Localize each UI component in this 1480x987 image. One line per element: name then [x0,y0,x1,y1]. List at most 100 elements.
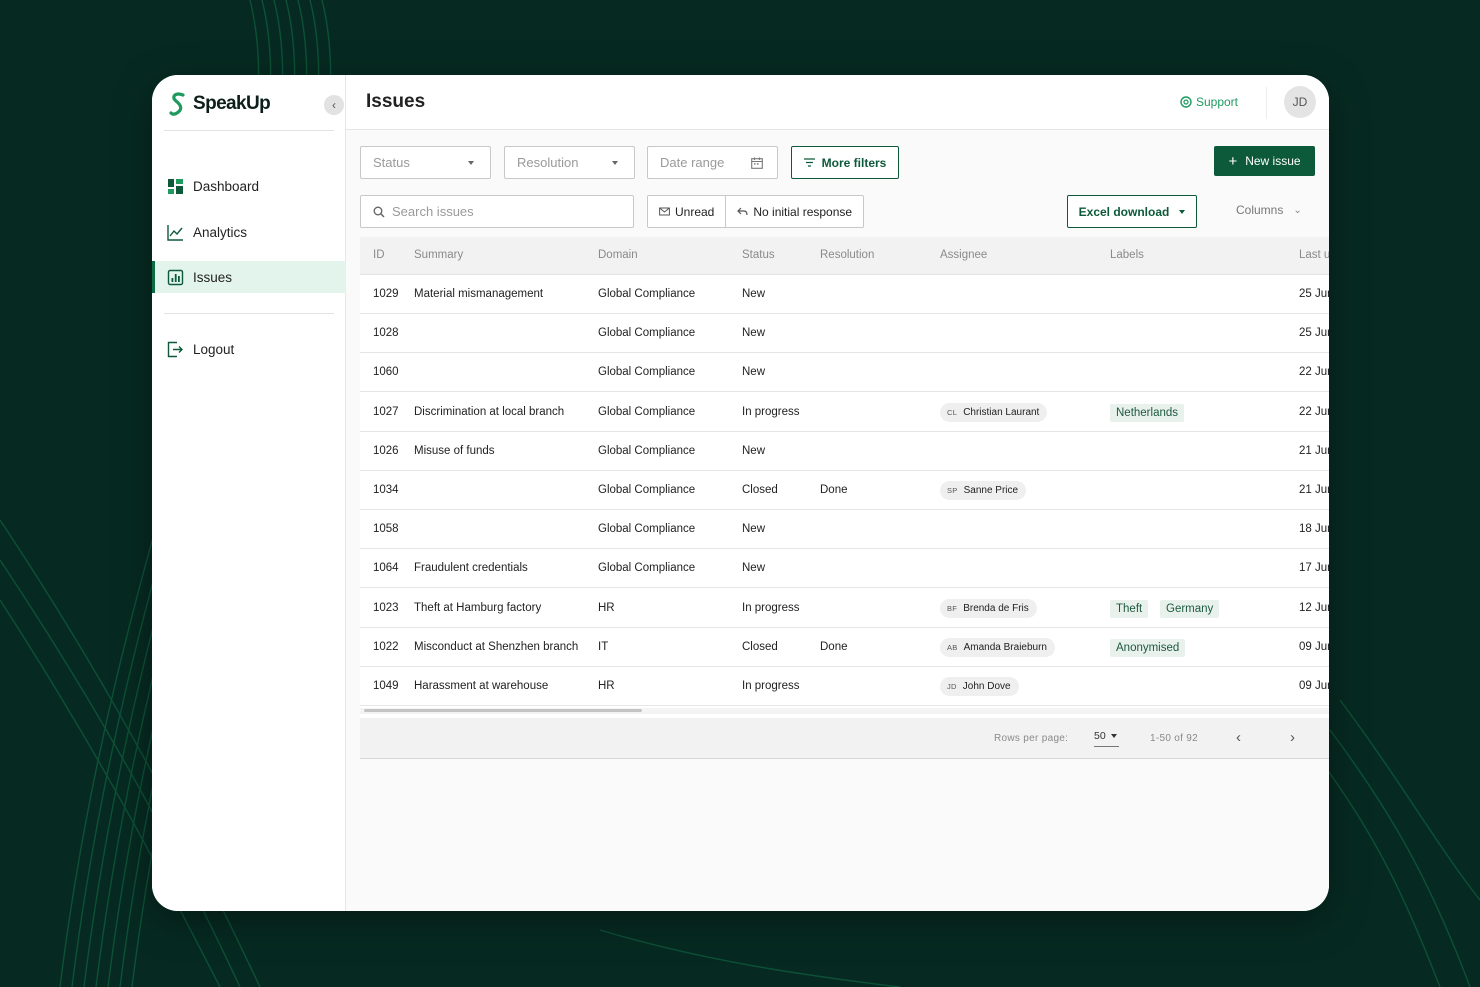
issue-id: 1027 [373,405,399,418]
table-row[interactable]: 1027 Discrimination at local branch Global… [360,393,1329,432]
previous-page-button[interactable]: ‹ [1236,729,1241,746]
label-tag[interactable]: Germany [1160,599,1220,618]
table-row[interactable]: 1058 Global Compliance New 18 Jun [360,510,1329,550]
issue-summary: Harassment at warehouse [414,680,549,692]
date-range-label: Date range [660,155,725,170]
table-row[interactable]: 1034 Global Compliance Closed Done SP Sanne P… [360,471,1329,510]
table-row[interactable]: 1022 Misconduct at Shenzhen branch IT Close… [360,628,1329,667]
table-row[interactable]: 1026 Misuse of funds Global Compliance New 2… [360,432,1329,471]
label-tag[interactable]: Anonymised [1110,638,1186,657]
envelope-icon [659,207,670,216]
topbar: Issues Support JD [346,75,1329,130]
collapse-sidebar-button[interactable]: ‹ [324,95,344,115]
dashboard-icon [168,178,183,194]
date-range-input[interactable]: Date range [647,146,778,179]
table-row[interactable]: 1028 Global Compliance New 25 Jun [360,314,1329,354]
column-header-domain[interactable]: Domain [598,249,638,261]
no-initial-response-toggle[interactable]: No initial response [725,196,863,227]
table-row[interactable]: 1064 Fraudulent credentials Global Complia… [360,549,1329,589]
search-placeholder: Search issues [392,204,474,219]
label-tag[interactable]: Theft [1110,599,1149,618]
table-row[interactable]: 1060 Global Compliance New 22 Jun [360,353,1329,393]
issue-summary: Fraudulent credentials [414,562,528,575]
sidebar-item-label: Analytics [193,224,248,240]
support-lifebuoy-icon [1180,96,1192,108]
issue-status: In progress [742,601,800,614]
column-header-last-updated[interactable]: Last u [1299,249,1329,261]
table-row[interactable]: 1029 Material mismanagement Global Complia… [360,275,1329,314]
column-header-resolution[interactable]: Resolution [820,249,874,261]
issue-last-updated: 25 Jun [1299,288,1329,300]
assignee-chip[interactable]: AB Amanda Braieburn [940,637,1055,657]
horizontal-scrollbar[interactable] [360,708,1329,714]
rows-per-page-value: 50 [1094,730,1106,742]
table-row[interactable]: 1023 Theft at Hamburg factory HR In progres… [360,589,1329,628]
column-header-assignee[interactable]: Assignee [940,249,987,261]
next-page-button[interactable]: › [1290,729,1295,746]
issue-domain: HR [598,680,615,692]
issue-id: 1060 [373,366,399,379]
issue-status: New [742,523,766,536]
issue-domain: Global Compliance [598,562,696,575]
issue-last-updated: 22 Jun [1299,366,1329,379]
search-input[interactable]: Search issues [360,195,634,228]
column-header-id[interactable]: ID [373,249,385,261]
issue-summary: Misuse of funds [414,444,495,457]
assignee-name: Sanne Price [963,485,1019,496]
issue-last-updated: 21 Jun [1299,444,1329,457]
support-link[interactable]: Support [1180,95,1238,109]
sidebar-item-dashboard[interactable]: Dashboard [152,170,346,202]
more-filters-label: More filters [821,155,887,170]
sidebar-item-issues[interactable]: Issues [152,261,346,293]
user-avatar[interactable]: JD [1284,86,1316,118]
columns-selector[interactable]: Columns ⌄ [1236,203,1302,217]
sidebar-item-analytics[interactable]: Analytics [152,216,346,248]
issue-id: 1029 [373,288,399,300]
table-row[interactable]: 1049 Harassment at warehouse HR In progress… [360,667,1329,706]
column-header-summary[interactable]: Summary [414,249,463,261]
sidebar-item-logout[interactable]: Logout [152,333,346,365]
page-title: Issues [366,91,426,112]
excel-download-button[interactable]: Excel download [1067,195,1197,228]
new-issue-button[interactable]: + New issue [1214,146,1315,176]
issue-id: 1034 [373,484,399,496]
status-filter-select[interactable]: Status [360,146,491,179]
issue-status: New [742,562,766,575]
resolution-filter-select[interactable]: Resolution [504,146,635,179]
issue-resolution: Done [820,640,848,653]
issue-id: 1064 [373,562,399,575]
issue-last-updated: 18 Jun [1299,523,1329,536]
brand-logo[interactable]: SpeakUp [169,89,271,119]
calendar-icon [751,157,763,169]
status-filter-label: Status [373,155,410,170]
assignee-chip[interactable]: JD John Dove [940,677,1019,696]
issue-last-updated: 22 Jun [1299,405,1329,418]
pagination-bar: Rows per page: 50 1-50 of 92 ‹ › [360,718,1329,759]
issue-id: 1049 [373,680,399,692]
scrollbar-thumb[interactable] [364,709,642,712]
unread-label: Unread [675,204,715,219]
sidebar-item-label: Dashboard [193,178,260,194]
column-header-labels[interactable]: Labels [1110,249,1144,261]
issues-table: ID Summary Domain Status Resolution Assi… [360,237,1329,759]
assignee-chip[interactable]: BF Brenda de Fris [940,598,1037,618]
assignee-chip[interactable]: SP Sanne Price [940,481,1027,500]
label-tag[interactable]: Netherlands [1110,403,1185,422]
rows-per-page-select[interactable]: 50 [1094,730,1119,747]
more-filters-button[interactable]: More filters [791,146,899,179]
resolution-filter-label: Resolution [517,155,579,170]
unread-toggle[interactable]: Unread [648,196,725,227]
issue-domain: Global Compliance [598,366,696,379]
caret-down-icon [612,161,618,165]
issue-id: 1028 [373,327,399,340]
assignee-chip[interactable]: CL Christian Laurant [940,402,1048,422]
sidebar-item-label: Issues [193,269,233,285]
column-header-status[interactable]: Status [742,249,775,261]
issue-status: Closed [742,640,778,653]
caret-down-icon [468,161,474,165]
issue-id: 1022 [373,640,399,653]
quick-filter-toggle-group: Unread No initial response [647,195,865,228]
issue-domain: IT [598,640,609,653]
issue-status: New [742,327,766,340]
issues-chart-icon [167,269,184,285]
